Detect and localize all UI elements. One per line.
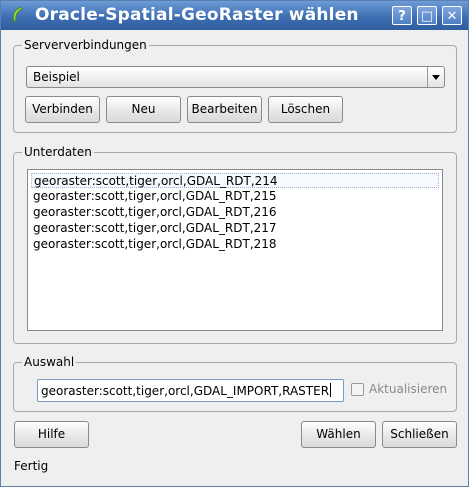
subdata-label: Unterdaten bbox=[22, 145, 94, 159]
close-button-label: Schließen bbox=[390, 427, 449, 441]
close-icon[interactable]: ✕ bbox=[442, 6, 462, 25]
help-button-label: Hilfe bbox=[37, 427, 66, 441]
connection-select-value: Beispiel bbox=[33, 70, 80, 84]
refresh-checkbox[interactable] bbox=[351, 383, 364, 396]
connection-select[interactable]: Beispiel bbox=[26, 66, 445, 88]
dialog-window: Oracle-Spatial-GeoRaster wählen ? □ ✕ Se… bbox=[0, 0, 469, 487]
qgis-leaf-icon bbox=[11, 6, 23, 24]
help-icon[interactable]: ? bbox=[392, 6, 412, 25]
status-text: Fertig bbox=[14, 459, 49, 473]
refresh-checkbox-label: Aktualisieren bbox=[369, 382, 448, 396]
window-title: Oracle-Spatial-GeoRaster wählen bbox=[35, 5, 359, 25]
new-button[interactable]: Neu bbox=[106, 96, 181, 123]
list-item[interactable]: georaster:scott,tiger,orcl,GDAL_RDT,215 bbox=[31, 189, 439, 204]
subdata-list[interactable]: georaster:scott,tiger,orcl,GDAL_RDT,214 … bbox=[27, 169, 443, 331]
selection-input[interactable]: georaster:scott,tiger,orcl,GDAL_IMPORT,R… bbox=[37, 379, 344, 402]
text-caret bbox=[330, 383, 332, 397]
connect-button-label: Verbinden bbox=[32, 102, 93, 116]
title-bar[interactable]: Oracle-Spatial-GeoRaster wählen ? □ ✕ bbox=[1, 1, 468, 30]
list-item[interactable]: georaster:scott,tiger,orcl,GDAL_RDT,216 bbox=[31, 205, 439, 220]
list-item[interactable]: georaster:scott,tiger,orcl,GDAL_RDT,217 bbox=[31, 221, 439, 236]
selection-label: Auswahl bbox=[22, 355, 77, 369]
list-item[interactable]: georaster:scott,tiger,orcl,GDAL_RDT,214 bbox=[31, 173, 439, 188]
server-connections-label: Serververbindungen bbox=[22, 38, 149, 52]
selection-input-value: georaster:scott,tiger,orcl,GDAL_IMPORT,R… bbox=[41, 384, 330, 398]
edit-button[interactable]: Bearbeiten bbox=[187, 96, 262, 123]
select-button-label: Wählen bbox=[316, 427, 361, 441]
maximize-icon[interactable]: □ bbox=[417, 6, 437, 25]
delete-button[interactable]: Löschen bbox=[268, 96, 343, 123]
chevron-down-icon[interactable] bbox=[427, 67, 444, 87]
list-item[interactable]: georaster:scott,tiger,orcl,GDAL_RDT,218 bbox=[31, 237, 439, 252]
close-button[interactable]: Schließen bbox=[382, 421, 457, 448]
select-button[interactable]: Wählen bbox=[301, 421, 376, 448]
delete-button-label: Löschen bbox=[280, 102, 331, 116]
help-button[interactable]: Hilfe bbox=[14, 421, 89, 448]
new-button-label: Neu bbox=[131, 102, 156, 116]
edit-button-label: Bearbeiten bbox=[191, 102, 258, 116]
connect-button[interactable]: Verbinden bbox=[25, 96, 100, 123]
